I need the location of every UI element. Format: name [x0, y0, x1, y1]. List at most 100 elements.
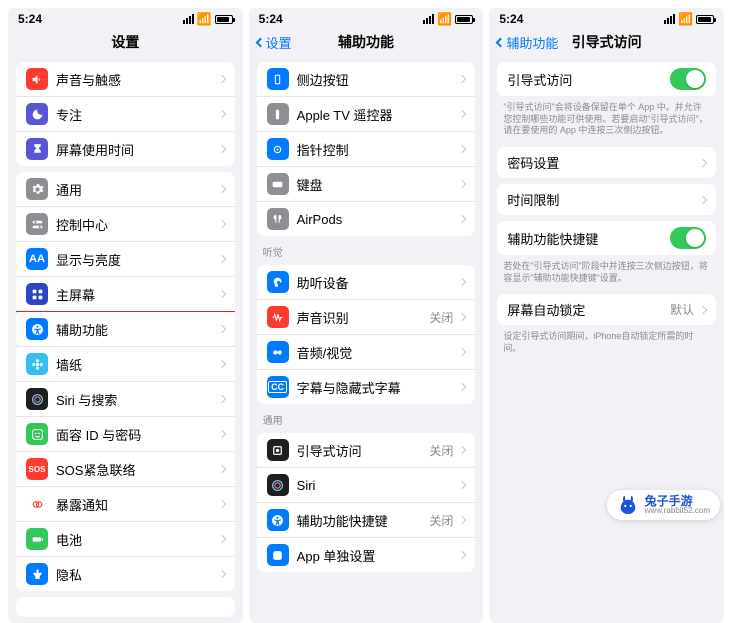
audio-icon: [267, 341, 289, 363]
nav-bar: 设置 辅助功能: [249, 28, 484, 56]
list-item[interactable]: 专注: [16, 96, 235, 131]
hourglass-icon: [26, 138, 48, 160]
list-item[interactable]: Siri: [257, 467, 476, 502]
row-label: 侧边按钮: [297, 70, 460, 89]
chevron-right-icon: [217, 395, 225, 403]
list-item[interactable]: Apple TV 遥控器: [257, 96, 476, 131]
chevron-right-icon: [458, 348, 466, 356]
remote-icon: [267, 103, 289, 125]
row-label: Apple TV 遥控器: [297, 105, 460, 124]
list-item[interactable]: 助听设备: [257, 265, 476, 299]
square-icon: [267, 68, 289, 90]
hint-text: 设定引导式访问期间，iPhone自动锁定所需的时间。: [503, 331, 710, 354]
chevron-right-icon: [217, 325, 225, 333]
wave-icon: [267, 306, 289, 328]
cc-icon: CC: [267, 376, 289, 398]
pointer-icon: [267, 138, 289, 160]
list-item[interactable]: 辅助功能快捷键: [497, 221, 716, 255]
list-item[interactable]: 屏幕使用时间: [16, 131, 235, 166]
chevron-right-icon: [458, 145, 466, 153]
row-label: 专注: [56, 105, 219, 124]
row-label: AirPods: [297, 212, 460, 227]
chevron-right-icon: [458, 215, 466, 223]
row-label: 辅助功能: [56, 320, 219, 339]
row-label: 通用: [56, 180, 219, 199]
list-item[interactable]: 暴露通知: [16, 486, 235, 521]
list-item[interactable]: Siri 与搜索: [16, 381, 235, 416]
chevron-right-icon: [217, 465, 225, 473]
list-item[interactable]: 引导式访问: [497, 62, 716, 96]
status-indicators: 📶: [664, 12, 714, 26]
list-item[interactable]: 辅助功能: [16, 311, 235, 346]
list-item[interactable]: 控制中心: [16, 206, 235, 241]
chevron-left-icon: [496, 37, 506, 47]
acc-group-3: 引导式访问关闭Siri辅助功能快捷键关闭App 单独设置: [257, 433, 476, 572]
chevron-right-icon: [699, 195, 707, 203]
face-icon: [26, 423, 48, 445]
row-label: 控制中心: [56, 215, 219, 234]
row-label: 显示与亮度: [56, 250, 219, 269]
list-item[interactable]: 辅助功能快捷键关闭: [257, 502, 476, 537]
nav-bar: 设置: [8, 28, 243, 56]
chevron-right-icon: [699, 306, 707, 314]
list-item[interactable]: 时间限制: [497, 184, 716, 215]
list-item[interactable]: 侧边按钮: [257, 62, 476, 96]
row-label: 键盘: [297, 175, 460, 194]
ear-icon: [267, 271, 289, 293]
chevron-right-icon: [458, 383, 466, 391]
list-item[interactable]: 面容 ID 与密码: [16, 416, 235, 451]
list-item[interactable]: 引导式访问关闭: [257, 433, 476, 467]
list-item[interactable]: 密码设置: [497, 147, 716, 178]
list-item[interactable]: 音频/视觉: [257, 334, 476, 369]
settings-group-2: 通用控制中心 AA显示与亮度主屏幕辅助功能墙纸 Siri 与搜索面容 ID 与密码S…: [16, 172, 235, 591]
list-item[interactable]: AirPods: [257, 201, 476, 236]
chevron-right-icon: [217, 110, 225, 118]
list-item[interactable]: CC字幕与隐藏式字幕: [257, 369, 476, 404]
row-label: Siri 与搜索: [56, 390, 219, 409]
grid-icon: [26, 283, 48, 305]
group-header: 听觉: [263, 244, 470, 259]
row-label: 墙纸: [56, 355, 219, 374]
settings-group-3: [16, 597, 235, 617]
list-item[interactable]: 墙纸: [16, 346, 235, 381]
chevron-right-icon: [458, 551, 466, 559]
toggle-switch[interactable]: [670, 68, 706, 90]
list-item[interactable]: 电池: [16, 521, 235, 556]
list-item[interactable]: 声音与触感: [16, 62, 235, 96]
status-indicators: 📶: [183, 12, 233, 26]
row-value: 关闭: [429, 512, 453, 529]
bunny-icon: [617, 494, 639, 516]
battery-icon: [455, 15, 473, 24]
list-item[interactable]: 隐私: [16, 556, 235, 591]
battery-icon: [215, 15, 233, 24]
list-item[interactable]: 指针控制: [257, 131, 476, 166]
back-button[interactable]: 辅助功能: [497, 33, 558, 52]
screen-settings: 5:24 📶 设置 声音与触感专注屏幕使用时间 通用控制中心AA显示与亮度主屏幕…: [8, 8, 243, 623]
screen-guided-access: 5:24 📶 辅助功能 引导式访问 引导式访问 "引导式访问"会将设备保留在单个…: [489, 8, 724, 623]
list-item[interactable]: 主屏幕: [16, 276, 235, 311]
hint-text: "引导式访问"会将设备保留在单个 App 中。并允许您控制哪些功能可供使用。若要…: [503, 102, 710, 137]
kb-icon: [267, 173, 289, 195]
row-label: 辅助功能快捷键: [507, 229, 670, 248]
chevron-right-icon: [217, 75, 225, 83]
back-button[interactable]: 设置: [257, 33, 292, 52]
list-item[interactable]: App 单独设置: [257, 537, 476, 572]
battery-icon: [26, 528, 48, 550]
chevron-right-icon: [217, 570, 225, 578]
acc-icon: [267, 509, 289, 531]
chevron-right-icon: [217, 500, 225, 508]
page-title: 引导式访问: [572, 32, 642, 52]
list-item[interactable]: 键盘: [257, 166, 476, 201]
list-item[interactable]: AA显示与亮度: [16, 241, 235, 276]
list-item[interactable]: 通用: [16, 172, 235, 206]
row-value: 关闭: [429, 442, 453, 459]
toggle-switch[interactable]: [670, 227, 706, 249]
chevron-right-icon: [458, 180, 466, 188]
exp-icon: [26, 493, 48, 515]
speaker-icon: [26, 68, 48, 90]
row-label: 指针控制: [297, 140, 460, 159]
list-item[interactable]: 屏幕自动锁定默认: [497, 294, 716, 325]
list-item[interactable]: SOSSOS紧急联络: [16, 451, 235, 486]
switches-icon: [26, 213, 48, 235]
list-item[interactable]: 声音识别关闭: [257, 299, 476, 334]
